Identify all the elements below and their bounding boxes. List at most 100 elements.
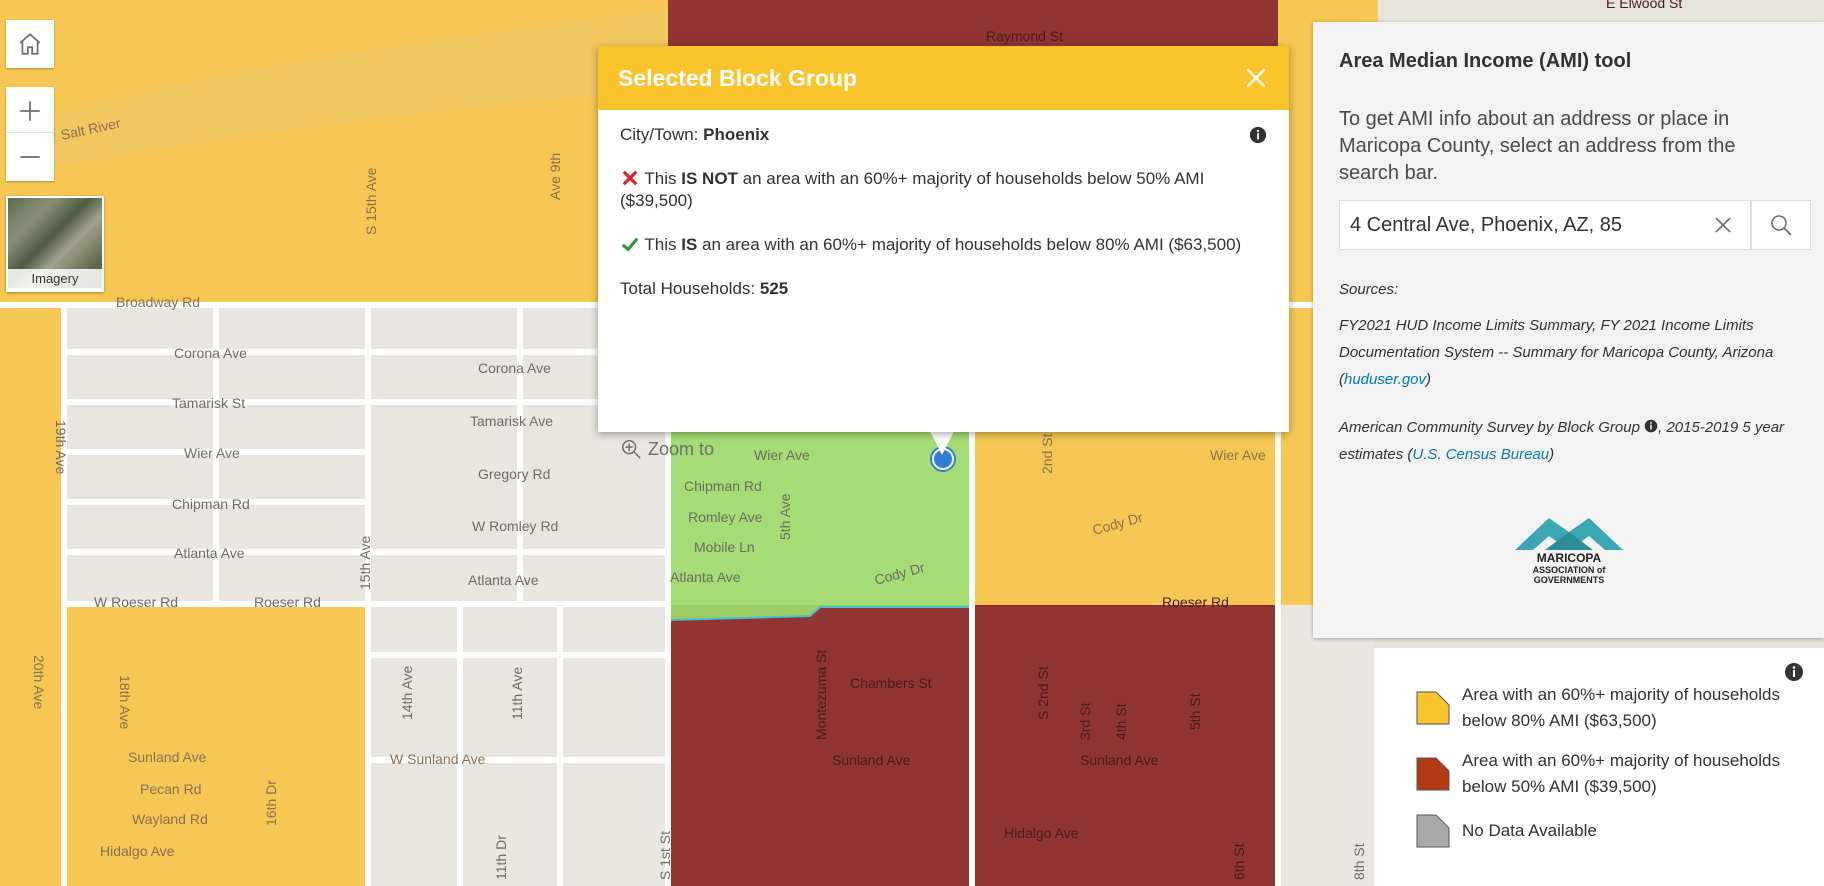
street-label: Sunland Ave xyxy=(128,749,207,765)
street-label: S 15th Ave xyxy=(363,167,379,235)
source-acs-end: ) xyxy=(1549,446,1555,463)
popup-title: Selected Block Group xyxy=(618,64,858,91)
street-label: 20th Ave xyxy=(31,655,47,709)
legend-swatch xyxy=(1416,691,1450,725)
street-label: 5th St xyxy=(1187,693,1203,730)
zoom-to-label: Zoom to xyxy=(648,438,715,459)
search-input[interactable] xyxy=(1340,212,1707,238)
legend-label: Area with an 60%+ majority of households… xyxy=(1462,751,1780,796)
source-hud: FY2021 HUD Income Limits Summary, FY 202… xyxy=(1339,312,1809,393)
street-label: W Sunland Ave xyxy=(390,751,486,767)
gray-block-3 xyxy=(368,605,668,886)
street-label: Tamarisk Ave xyxy=(470,413,553,429)
street-label: 18th Ave xyxy=(117,675,133,729)
clear-icon[interactable] xyxy=(1713,215,1733,235)
zoom-to-button[interactable]: Zoom to xyxy=(620,438,714,460)
logo-text-1: MARICOPA xyxy=(1537,551,1602,565)
source-acs-text: American Community Survey by Block Group xyxy=(1339,419,1640,436)
legend: Area with an 60%+ majority of households… xyxy=(1374,648,1824,886)
street-label: E Elwood St xyxy=(1606,0,1682,11)
green-check-icon xyxy=(621,237,639,252)
huduser-link[interactable]: huduser.gov xyxy=(1344,371,1426,388)
street-label: 11th Dr xyxy=(493,835,509,880)
zoom-to-icon xyxy=(622,440,641,459)
panel-description: To get AMI info about an address or plac… xyxy=(1339,108,1736,184)
city-row: City/Town: Phoenix xyxy=(620,124,1267,146)
popup-header: Selected Block Group xyxy=(598,46,1289,110)
street-label: 3rd St xyxy=(1077,703,1093,740)
street-label: Tamarisk St xyxy=(172,395,245,411)
street-label: Roeser Rd xyxy=(254,594,321,610)
households-row: Total Households: 525 xyxy=(620,278,1267,300)
zoom-out-button[interactable] xyxy=(6,132,54,181)
popup-body: City/Town: Phoenix This IS NOT an area w… xyxy=(598,110,1289,459)
panel-title: Area Median Income (AMI) tool xyxy=(1339,50,1632,72)
mag-logo: MARICOPA ASSOCIATION of GOVERNMENTS xyxy=(1515,518,1623,585)
legend-label: Area with an 60%+ majority of households… xyxy=(1462,685,1780,730)
basemap-toggle[interactable]: Imagery xyxy=(6,196,104,292)
street-label: 15th Ave xyxy=(357,536,373,590)
legend-swatch xyxy=(1416,757,1450,791)
street-label: 8th St xyxy=(1351,843,1367,880)
street-label: Wier Ave xyxy=(184,445,240,461)
city-value: Phoenix xyxy=(703,125,770,144)
street-label: Chambers St xyxy=(850,675,932,691)
search-button[interactable] xyxy=(1751,200,1811,250)
street-label: 19th Ave xyxy=(53,420,69,474)
street-label: Atlanta Ave xyxy=(174,545,245,561)
street-label: Mobile Ln xyxy=(694,539,755,555)
street-label: S 1st St xyxy=(657,831,673,880)
street-label: 16th Dr xyxy=(263,780,279,826)
street-label: 11th Ave xyxy=(509,667,525,720)
zoom-in-button[interactable] xyxy=(6,87,54,135)
street-label: Romley Ave xyxy=(688,509,763,525)
street-label: Sunland Ave xyxy=(1080,752,1159,768)
street-label: Hidalgo Ave xyxy=(1004,825,1079,841)
search-icon xyxy=(1771,215,1792,236)
street-label: Atlanta Ave xyxy=(670,569,741,585)
ami-80-pre: This xyxy=(644,235,682,254)
ami-tool-panel: Area Median Income (AMI) tool To get AMI… xyxy=(1313,22,1824,638)
street-label: Sunland Ave xyxy=(832,752,911,768)
red-x-icon xyxy=(622,170,638,186)
street-label: Chipman Rd xyxy=(684,478,762,494)
legend-swatch xyxy=(1416,814,1450,848)
selected-block-popup: Selected Block Group City/Town: Phoenix … xyxy=(598,46,1289,459)
info-icon[interactable] xyxy=(1784,662,1804,682)
legend-item-80-ami: Area with an 60%+ majority of households… xyxy=(1416,682,1812,734)
sources-label: Sources: xyxy=(1339,281,1399,298)
street-label: 6th St xyxy=(1231,843,1247,880)
ami-80-emph: IS xyxy=(681,235,698,254)
legend-item-50-ami: Area with an 60%+ majority of households… xyxy=(1416,748,1812,800)
source-acs: American Community Survey by Block Group… xyxy=(1339,414,1809,468)
street-label: Corona Ave xyxy=(174,345,247,361)
street-label: Gregory Rd xyxy=(478,466,550,482)
street-label: Corona Ave xyxy=(478,360,551,376)
home-button[interactable] xyxy=(6,20,54,68)
minus-icon xyxy=(20,156,40,158)
street-label: Raymond St xyxy=(986,28,1063,44)
ami-80-post: an area with an 60%+ majority of househo… xyxy=(697,235,1242,254)
street-label: 4th St xyxy=(1113,703,1129,740)
source-hud-end: ) xyxy=(1426,371,1432,388)
census-link[interactable]: U.S. Census Bureau xyxy=(1412,446,1549,463)
info-icon[interactable] xyxy=(1249,126,1267,144)
street-label: Wayland Rd xyxy=(132,811,208,827)
street-label: Montezuma St xyxy=(813,650,829,740)
street-label: Roeser Rd xyxy=(1162,594,1229,610)
ami-50-pre: This xyxy=(644,169,682,188)
search-box xyxy=(1339,200,1751,250)
street-label: S 2nd St xyxy=(1035,666,1051,720)
street-label: Ave 9th xyxy=(547,153,563,200)
close-icon[interactable] xyxy=(1243,65,1269,91)
households-label: Total Households: xyxy=(620,279,760,298)
street-label: Chipman Rd xyxy=(172,496,250,512)
city-label: City/Town: xyxy=(620,125,704,144)
info-icon[interactable] xyxy=(1644,419,1658,433)
ami-50-emph: IS NOT xyxy=(681,169,738,188)
basemap-label: Imagery xyxy=(8,269,102,288)
street-label: 5th Ave xyxy=(777,493,793,540)
logo-text-2: ASSOCIATION of xyxy=(1533,565,1607,575)
yellow-block-west[interactable] xyxy=(0,305,64,886)
logo-text-3: GOVERNMENTS xyxy=(1534,575,1605,585)
